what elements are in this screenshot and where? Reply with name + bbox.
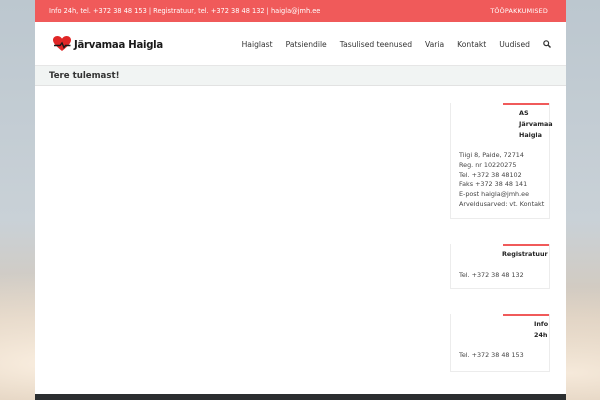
page-title-bar: Tere tulemast! <box>35 66 566 86</box>
widget-title-line: Haigla <box>519 131 542 139</box>
widget-accent-line <box>503 314 549 316</box>
logo-text: Järvamaa Haigla <box>74 37 163 51</box>
widget-title: Registratuur <box>502 249 550 260</box>
fax-line: Faks +372 38 48 141 <box>459 180 528 189</box>
site-header: Järvamaa Haigla Haiglast Patsiendile Tas… <box>35 22 566 66</box>
email-line: E-post haigla@jmh.ee <box>459 190 530 199</box>
nav-item-tasulised-teenused[interactable]: Tasulised teenused <box>340 40 412 49</box>
widget-title-line: Registratuur <box>502 250 548 258</box>
widget-body: Tel. +372 38 48 153 <box>459 351 547 361</box>
widget-registratuur: Registratuur Tel. +372 38 48 132 <box>450 244 550 289</box>
widget-accent-line <box>503 244 549 246</box>
job-offers-link[interactable]: TÖÖPAKKUMISED <box>490 0 548 22</box>
widget-title: AS Järvamaa Haigla <box>519 108 553 141</box>
phone-line: Tel. +372 38 48 132 <box>459 271 524 279</box>
phone-line: Tel. +372 38 48102 <box>459 170 522 179</box>
widget-title-line: AS <box>519 109 529 117</box>
widget-title-line: 24h <box>534 331 548 339</box>
page-title: Tere tulemast! <box>49 71 120 81</box>
top-bar-contact-info: Info 24h, tel. +372 38 48 153 | Registra… <box>49 7 321 15</box>
widget-title-line: Info <box>534 320 549 328</box>
search-icon <box>542 40 551 48</box>
registry-code: Reg. nr 10220275 <box>459 160 517 169</box>
nav-item-kontakt[interactable]: Kontakt <box>457 40 486 49</box>
site-logo[interactable]: Järvamaa Haigla <box>53 34 171 54</box>
widget-body: Tiigi 8, Paide, 72714 Reg. nr 10220275 T… <box>459 151 547 210</box>
site-footer <box>35 394 566 400</box>
widget-body: Tel. +372 38 48 132 <box>459 271 547 281</box>
address-line: Tiigi 8, Paide, 72714 <box>459 151 524 159</box>
top-bar: Info 24h, tel. +372 38 48 153 | Registra… <box>35 0 566 22</box>
phone-line: Tel. +372 38 48 153 <box>459 351 524 359</box>
nav-item-haiglast[interactable]: Haiglast <box>242 40 273 49</box>
widget-company-info: AS Järvamaa Haigla Tiigi 8, Paide, 72714… <box>450 103 553 219</box>
main-navigation: Haiglast Patsiendile Tasulised teenused … <box>242 22 551 66</box>
widget-info-24h: Info 24h Tel. +372 38 48 153 <box>450 314 550 372</box>
widget-title: Info 24h <box>534 319 549 341</box>
widget-title-line: Järvamaa <box>519 120 553 128</box>
nav-item-uudised[interactable]: Uudised <box>499 40 530 49</box>
heart-logo-icon <box>53 36 71 51</box>
search-button[interactable] <box>542 40 551 49</box>
nav-item-patsiendile[interactable]: Patsiendile <box>286 40 327 49</box>
page-container: Info 24h, tel. +372 38 48 153 | Registra… <box>35 0 566 400</box>
widget-accent-line <box>503 103 549 105</box>
bank-accounts-line: Arveldusarved: vt. Kontakt <box>459 199 545 208</box>
nav-item-varia[interactable]: Varia <box>425 40 444 49</box>
